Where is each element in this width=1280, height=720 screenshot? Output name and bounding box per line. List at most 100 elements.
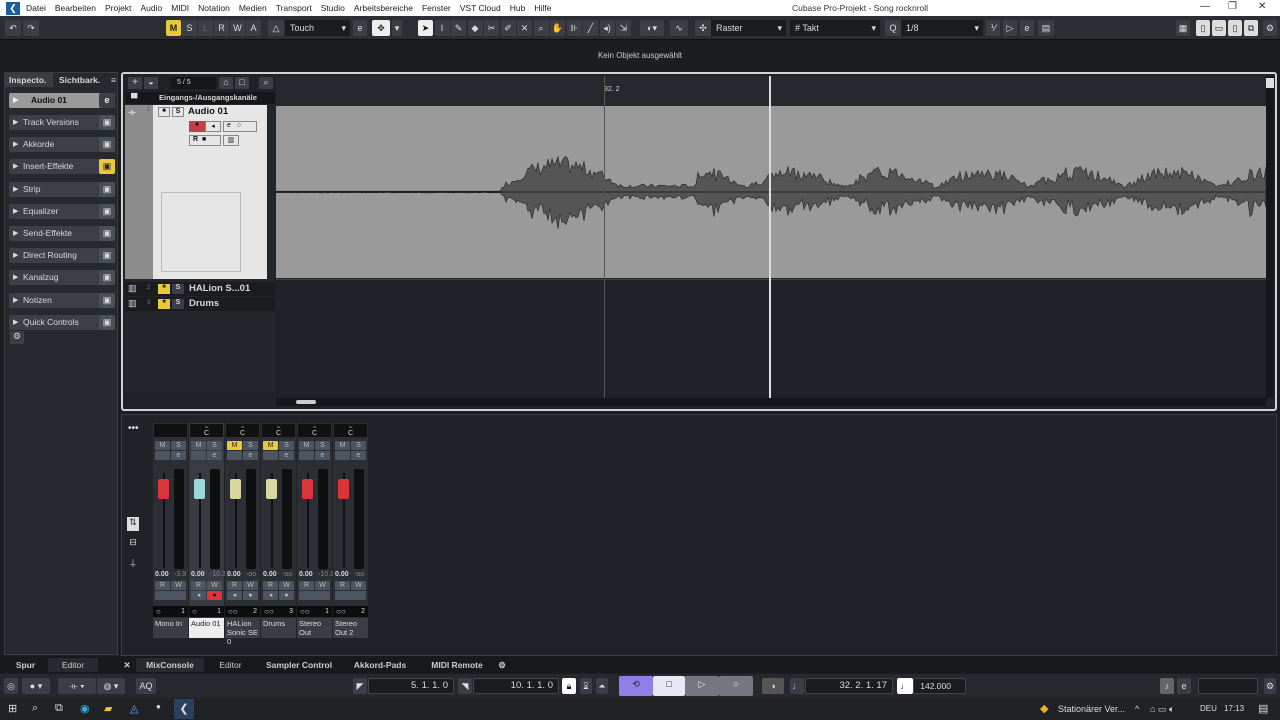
channel-name[interactable]: Drums	[261, 618, 296, 638]
minimize-button[interactable]: —	[1200, 1, 1210, 12]
inspector-section-akkorde[interactable]: ▶ Akkorde ▣	[9, 137, 115, 153]
left-zone-button[interactable]: ▯	[1196, 20, 1210, 36]
auto-quantize-button[interactable]: AQ	[136, 678, 156, 694]
tray-chevron-icon[interactable]: ^	[1135, 704, 1139, 714]
time-format-icon[interactable]: ♩	[790, 678, 804, 694]
left-locator-field[interactable]: 5. 1. 1. 0	[368, 678, 454, 694]
read-automation-button[interactable]: R	[335, 581, 350, 590]
task-view-icon[interactable]: ⧉	[55, 702, 63, 715]
record-enable-button[interactable]: ●	[243, 591, 258, 600]
play-button[interactable]: ▷	[685, 676, 719, 696]
inspector-section-quick-controls[interactable]: ▶ Quick Controls ▣	[9, 314, 115, 330]
track-filter-button[interactable]: ⌂	[219, 77, 233, 89]
solo-button[interactable]: S	[171, 441, 186, 450]
right-zone-button[interactable]: ▯	[1228, 20, 1242, 36]
menu-projekt[interactable]: Projekt	[105, 3, 131, 13]
read-automation-button[interactable]: R	[191, 581, 206, 590]
edge-icon[interactable]: ◉	[80, 702, 90, 715]
record-enable-button[interactable]: ●	[207, 591, 222, 600]
stop-button[interactable]: □	[653, 676, 685, 696]
monitor-button[interactable]: ◂	[263, 591, 278, 600]
taskbar-search-icon[interactable]: ⌕	[32, 702, 38, 715]
hand-tool-icon[interactable]: ✋	[550, 20, 565, 36]
mute-button[interactable]: M	[263, 441, 278, 450]
edit-channel-button[interactable]: e	[315, 451, 330, 460]
acoustic-feedback-button[interactable]: ◐▾	[640, 20, 664, 36]
automation-m-button[interactable]: M	[166, 20, 181, 36]
inspector-section-strip[interactable]: ▶ Strip ▣	[9, 181, 115, 197]
automation-a-button[interactable]: A	[246, 20, 261, 36]
pan-knob[interactable]: ▫ C	[190, 424, 223, 437]
volume-value[interactable]: 0.00	[155, 571, 169, 578]
right-locator-icon[interactable]: ◥	[458, 678, 472, 694]
select-tool-icon[interactable]: ➤	[418, 20, 433, 36]
inspector-track-section[interactable]: ▶ Audio 01 e	[9, 93, 115, 108]
menu-arbeitsbereiche[interactable]: Arbeitsbereiche	[354, 3, 413, 13]
zoom-arrow-icon[interactable]	[1266, 78, 1274, 88]
inspector-section-kanalzug[interactable]: ▶ Kanalzug ▣	[9, 270, 115, 286]
suspend-automation-button[interactable]: e	[353, 20, 367, 36]
notification-center-icon[interactable]: ▤	[1258, 702, 1268, 715]
pan-knob[interactable]	[154, 424, 187, 437]
volume-fader[interactable]	[158, 479, 169, 499]
drag-dropdown[interactable]: ▾	[392, 20, 402, 36]
tabs-settings-gear-icon[interactable]: ⚙	[495, 658, 509, 672]
redo-button[interactable]: ↷	[23, 20, 39, 36]
tempo-field[interactable]: 142.000	[913, 678, 966, 694]
app-icon[interactable]: ◬	[130, 702, 138, 715]
split-tool-icon[interactable]: ✂	[484, 20, 499, 36]
search-icon[interactable]: ⌕	[259, 77, 273, 89]
automation-s-button[interactable]: S	[182, 20, 197, 36]
glue-tool-icon[interactable]: ✐	[500, 20, 516, 36]
solo-button[interactable]: S	[172, 299, 184, 309]
mute-button[interactable]: ■	[158, 284, 170, 294]
volume-fader[interactable]	[194, 479, 205, 499]
edit-channel-icon[interactable]: e	[99, 93, 115, 108]
menu-vst-cloud[interactable]: VST Cloud	[460, 3, 501, 13]
record-enable-button[interactable]: ●	[189, 121, 205, 132]
menu-studio[interactable]: Studio	[321, 3, 345, 13]
windows-start-icon[interactable]: ⊞	[8, 702, 17, 715]
edit-channel-button[interactable]: e	[279, 451, 294, 460]
mute-button[interactable]: M	[155, 441, 170, 450]
play-tool-icon[interactable]: ◂)	[599, 20, 615, 36]
menu-bearbeiten[interactable]: Bearbeiten	[55, 3, 96, 13]
menu-medien[interactable]: Medien	[239, 3, 267, 13]
inspector-section-equalizer[interactable]: ▶ Equalizer ▣	[9, 203, 115, 219]
color-button[interactable]: ▤	[1038, 20, 1054, 36]
scrollbar-thumb[interactable]	[296, 400, 316, 404]
erase-tool-icon[interactable]: ◆	[467, 20, 483, 36]
mixer-menu-icon[interactable]: •••	[128, 423, 139, 434]
quantize-apply-button[interactable]: ▷	[1003, 20, 1017, 36]
inspector-section-insert-effekte[interactable]: ▶ Insert-Effekte ▣	[9, 159, 115, 175]
write-automation-button[interactable]: W	[315, 581, 330, 590]
draw-tool-icon[interactable]: ✎	[451, 20, 466, 36]
vertical-scrollbar[interactable]	[1266, 76, 1274, 398]
tab-chord-pads[interactable]: Akkord-Pads	[345, 658, 415, 672]
tab-spur[interactable]: Spur	[8, 658, 43, 672]
menu-transport[interactable]: Transport	[276, 3, 312, 13]
metronome-button[interactable]: ♪	[1160, 678, 1174, 694]
app-icon-2[interactable]: ●	[156, 702, 161, 711]
monitor-button[interactable]: ◂	[205, 121, 221, 132]
tab-editor-left[interactable]: Editor	[48, 658, 98, 672]
write-automation-button[interactable]: W	[207, 581, 222, 590]
audio-cycle-mode-button[interactable]: ⟛ ▾	[58, 678, 96, 694]
solo-button[interactable]: S	[172, 107, 184, 117]
solo-button[interactable]: S	[279, 441, 294, 450]
punch-mode-button[interactable]: ◍ ▾	[97, 678, 125, 694]
cubase-taskbar-icon[interactable]: ❮	[174, 699, 194, 719]
close-button[interactable]: ✕	[1258, 1, 1266, 12]
volume-value[interactable]: 0.00	[227, 571, 241, 578]
automation-r-button[interactable]: R	[214, 20, 229, 36]
menu-audio[interactable]: Audio	[140, 3, 162, 13]
channel-name[interactable]: Stereo Out 2	[333, 618, 368, 638]
activate-project-button[interactable]: ◎	[4, 678, 18, 694]
click-settings-button[interactable]: e	[1177, 678, 1191, 694]
edit-channel-button[interactable]: e	[207, 451, 222, 460]
warp-tool-icon[interactable]: ⇲	[616, 20, 631, 36]
cycle-button[interactable]: ⟲	[619, 676, 653, 696]
pan-knob[interactable]: ▫ C	[334, 424, 367, 437]
record-mode-button[interactable]: ● ▾	[22, 678, 50, 694]
automation-w-button[interactable]: W	[230, 20, 245, 36]
